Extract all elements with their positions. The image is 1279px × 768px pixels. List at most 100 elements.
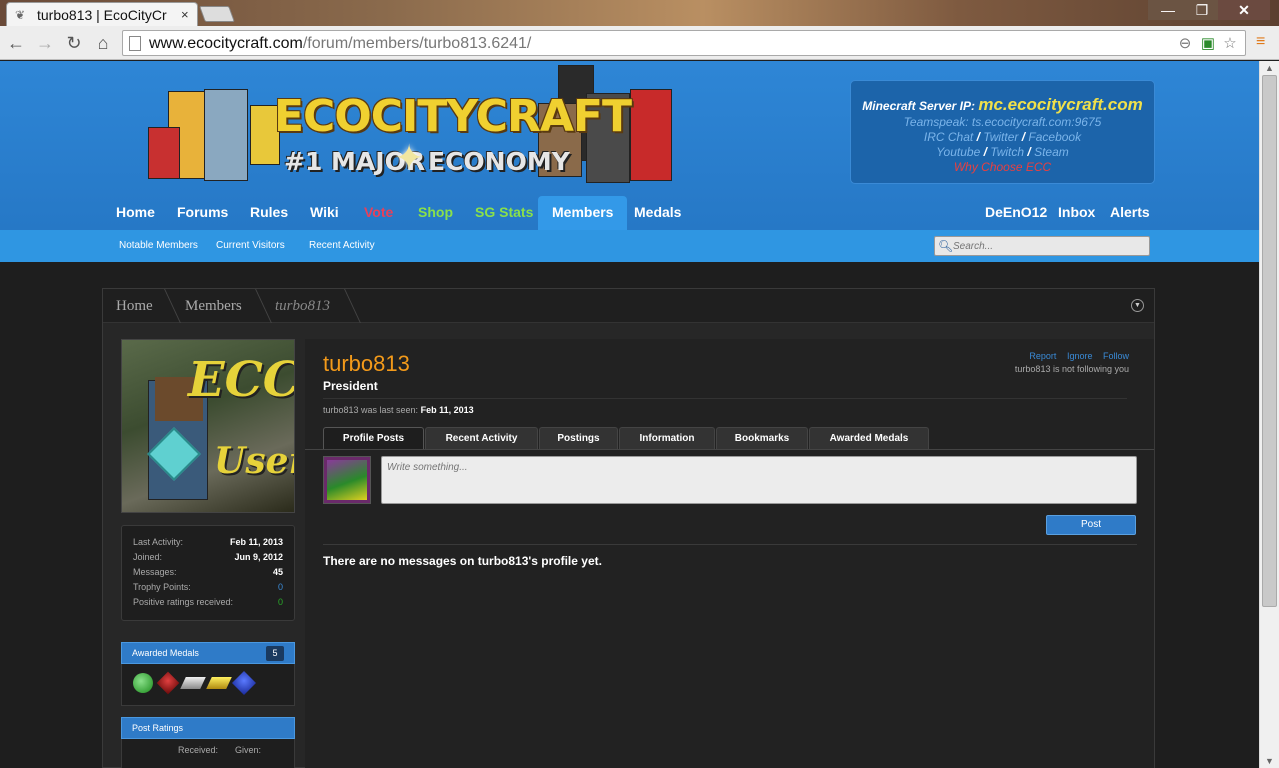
- tab-title: turbo813 | EcoCityCr: [37, 6, 167, 23]
- jump-menu-icon[interactable]: ▼: [1131, 299, 1144, 312]
- stat-value[interactable]: 0: [278, 580, 283, 595]
- search-input[interactable]: [953, 238, 1143, 254]
- scrollbar-thumb[interactable]: [1262, 75, 1277, 607]
- profile-post-input[interactable]: [381, 456, 1137, 504]
- breadcrumb: Home Members turbo813 ▼: [103, 289, 1154, 323]
- stat-label: Positive ratings received:: [133, 597, 234, 607]
- nav-user-account[interactable]: DeEnO12: [985, 196, 1047, 230]
- gold-ingot-icon[interactable]: [206, 677, 232, 689]
- url-text[interactable]: www.ecocitycraft.com/forum/members/turbo…: [149, 35, 531, 53]
- social-links-row-2: Youtube / Twitch / Steam: [851, 145, 1154, 160]
- browser-tab[interactable]: ❦ turbo813 | EcoCityCr ×: [6, 2, 198, 26]
- follow-link[interactable]: Follow: [1103, 351, 1129, 361]
- profile-main: turbo813 President Report Ignore Follow …: [305, 339, 1154, 768]
- tab-close-icon[interactable]: ×: [181, 7, 189, 22]
- subnav-notable-members[interactable]: Notable Members: [119, 240, 198, 251]
- subnav-recent-activity[interactable]: Recent Activity: [309, 240, 375, 251]
- nav-home[interactable]: Home: [116, 196, 155, 230]
- report-link[interactable]: Report: [1029, 351, 1056, 361]
- nav-sg-stats[interactable]: SG Stats: [475, 196, 533, 230]
- tab-postings[interactable]: Postings: [539, 427, 618, 449]
- search-icon: 🔍︎: [938, 239, 954, 253]
- steam-link[interactable]: Steam: [1034, 145, 1069, 159]
- last-seen-value: Feb 11, 2013: [420, 405, 474, 415]
- separator: /: [976, 130, 980, 144]
- nav-inbox[interactable]: Inbox: [1058, 196, 1095, 230]
- nav-medals[interactable]: Medals: [634, 196, 681, 230]
- back-arrow-icon[interactable]: ←: [5, 32, 27, 54]
- stat-label: Trophy Points:: [133, 582, 191, 592]
- follow-status: turbo813 is not following you: [1014, 364, 1129, 374]
- divider: [323, 398, 1127, 399]
- tab-awarded-medals[interactable]: Awarded Medals: [809, 427, 929, 449]
- nav-forums[interactable]: Forums: [177, 196, 228, 230]
- vertical-scrollbar[interactable]: ▲ ▼: [1259, 61, 1279, 768]
- emerald-icon[interactable]: [133, 673, 153, 693]
- browser-toolbar: ← → ↻ ⌂ www.ecocitycraft.com/forum/membe…: [0, 26, 1279, 60]
- lapis-icon[interactable]: [231, 670, 257, 696]
- last-seen: turbo813 was last seen: Feb 11, 2013: [323, 405, 474, 415]
- url-host: www.ecocitycraft.com: [149, 35, 303, 52]
- facebook-link[interactable]: Facebook: [1028, 130, 1081, 144]
- nav-wiki[interactable]: Wiki: [310, 196, 339, 230]
- chrome-menu-icon[interactable]: ≡: [1256, 34, 1270, 50]
- scroll-up-icon[interactable]: ▲: [1265, 63, 1274, 73]
- why-choose-link[interactable]: Why Choose ECC: [851, 160, 1154, 175]
- nav-vote[interactable]: Vote: [364, 196, 393, 230]
- tab-recent-activity[interactable]: Recent Activity: [425, 427, 538, 449]
- breadcrumb-separator: [331, 289, 361, 323]
- ignore-link[interactable]: Ignore: [1067, 351, 1093, 361]
- profile-user-title: President: [323, 379, 378, 393]
- server-ip-value[interactable]: mc.ecocitycraft.com: [978, 95, 1142, 114]
- redstone-icon[interactable]: [156, 671, 180, 695]
- post-button[interactable]: Post: [1046, 515, 1136, 535]
- stat-row: Last Activity: Feb 11, 2013: [133, 535, 283, 550]
- sub-navigation: Notable Members Current Visitors Recent …: [0, 230, 1259, 262]
- tab-information[interactable]: Information: [619, 427, 715, 449]
- nav-alerts[interactable]: Alerts: [1110, 196, 1150, 230]
- tab-bookmarks[interactable]: Bookmarks: [716, 427, 808, 449]
- reload-icon[interactable]: ↻: [63, 32, 85, 54]
- current-user-avatar[interactable]: [323, 456, 371, 504]
- subnav-current-visitors[interactable]: Current Visitors: [216, 240, 285, 251]
- server-ip-line: Minecraft Server IP: mc.ecocitycraft.com: [851, 95, 1154, 115]
- teamspeak-link[interactable]: Teamspeak: ts.ecocitycraft.com:9675: [851, 115, 1154, 130]
- logo-subtitle-right: ECONOMY: [428, 147, 570, 176]
- close-window-button[interactable]: ✕: [1218, 0, 1270, 20]
- search-box[interactable]: 🔍︎: [934, 236, 1150, 256]
- separator: /: [983, 145, 987, 159]
- forward-arrow-icon[interactable]: →: [34, 32, 56, 54]
- maximize-button[interactable]: ❐: [1182, 0, 1222, 20]
- separator: /: [1027, 145, 1031, 159]
- nav-shop[interactable]: Shop: [418, 196, 453, 230]
- nav-rules[interactable]: Rules: [250, 196, 288, 230]
- stat-row: Messages: 45: [133, 565, 283, 580]
- address-bar[interactable]: www.ecocitycraft.com/forum/members/turbo…: [122, 30, 1246, 56]
- twitter-link[interactable]: Twitter: [983, 130, 1018, 144]
- breadcrumb-home[interactable]: Home: [116, 289, 153, 323]
- awarded-medals-header[interactable]: Awarded Medals 5: [121, 642, 295, 664]
- iron-ingot-icon[interactable]: [180, 677, 206, 689]
- breadcrumb-separator: [242, 289, 272, 323]
- social-links-row-1: IRC Chat / Twitter / Facebook: [851, 130, 1154, 145]
- content-area: Home Members turbo813 ▼ ECC User Last Ac…: [102, 288, 1155, 768]
- site-header: ECOCITYCRAFT #1 MAJOR ✦ ECONOMY Minecraf…: [0, 61, 1259, 262]
- tabs-divider: [305, 449, 1154, 450]
- nav-members[interactable]: Members: [538, 196, 628, 230]
- new-tab-button[interactable]: [199, 6, 235, 22]
- tab-profile-posts[interactable]: Profile Posts: [323, 427, 424, 449]
- irc-chat-link[interactable]: IRC Chat: [924, 130, 973, 144]
- home-icon[interactable]: ⌂: [92, 32, 114, 54]
- site-logo[interactable]: ECOCITYCRAFT #1 MAJOR ✦ ECONOMY: [146, 65, 686, 193]
- scroll-down-icon[interactable]: ▼: [1265, 756, 1274, 766]
- extension-icon[interactable]: ▣: [1198, 34, 1218, 54]
- twitch-link[interactable]: Twitch: [990, 145, 1024, 159]
- zoom-icon[interactable]: ⊖: [1175, 34, 1195, 54]
- stat-row: Joined: Jun 9, 2012: [133, 550, 283, 565]
- stat-value: Feb 11, 2013: [229, 537, 283, 547]
- youtube-link[interactable]: Youtube: [936, 145, 980, 159]
- post-ratings-header[interactable]: Post Ratings: [121, 717, 295, 739]
- breadcrumb-members[interactable]: Members: [185, 289, 242, 323]
- window-titlebar: ❦ turbo813 | EcoCityCr × — ❐ ✕: [0, 0, 1279, 26]
- bookmark-star-icon[interactable]: ☆: [1220, 34, 1240, 54]
